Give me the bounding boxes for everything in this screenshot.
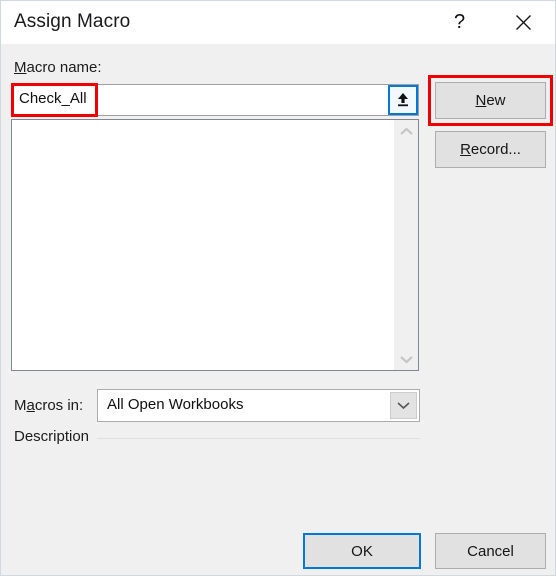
macro-list-box[interactable] bbox=[11, 119, 419, 371]
close-icon bbox=[516, 15, 531, 30]
scroll-up-button[interactable] bbox=[394, 120, 418, 142]
description-label: Description bbox=[14, 428, 90, 445]
macro-name-label-text: acro name: bbox=[26, 59, 102, 76]
new-button-label: ew bbox=[486, 92, 506, 109]
chevron-up-icon bbox=[399, 127, 413, 135]
new-button-accelerator: N bbox=[475, 92, 487, 109]
macros-in-dropdown[interactable]: All Open Workbooks bbox=[97, 389, 420, 422]
upload-arrow-icon bbox=[398, 93, 408, 107]
chevron-down-icon bbox=[397, 402, 410, 410]
macros-in-label-text-2: cros in: bbox=[34, 397, 84, 414]
scroll-down-button[interactable] bbox=[394, 348, 418, 370]
macro-name-input-value: Check_All bbox=[19, 90, 87, 107]
assign-macro-dialog: Assign Macro ? Macro name: Check_All Mac… bbox=[0, 0, 556, 576]
macros-in-dropdown-arrow[interactable] bbox=[390, 392, 417, 419]
cancel-button[interactable]: Cancel bbox=[435, 533, 546, 569]
new-button[interactable]: New bbox=[435, 82, 546, 119]
macros-in-label-accelerator: a bbox=[26, 397, 35, 414]
description-separator bbox=[97, 438, 420, 439]
chevron-down-icon bbox=[399, 355, 413, 363]
help-button[interactable]: ? bbox=[437, 1, 482, 44]
dialog-title-bar: Assign Macro ? bbox=[1, 1, 555, 44]
macros-in-label-text-1: M bbox=[14, 397, 27, 414]
ok-button[interactable]: OK bbox=[303, 533, 421, 569]
macro-name-label-accelerator: M bbox=[14, 59, 27, 76]
macro-name-input[interactable]: Check_All bbox=[11, 84, 419, 116]
close-button[interactable] bbox=[501, 1, 546, 44]
macro-name-label: Macro name: bbox=[14, 59, 102, 76]
macro-list-scrollbar[interactable] bbox=[394, 120, 418, 370]
macros-in-selected-value: All Open Workbooks bbox=[107, 396, 244, 413]
macros-in-label: Macros in: bbox=[14, 397, 83, 414]
dialog-title: Assign Macro bbox=[14, 11, 131, 32]
promote-macro-button[interactable] bbox=[388, 85, 418, 115]
question-mark-icon: ? bbox=[453, 11, 466, 33]
record-button[interactable]: Record... bbox=[435, 131, 546, 168]
text-caret bbox=[96, 91, 97, 110]
record-button-accelerator: R bbox=[460, 141, 471, 158]
record-button-label: ecord... bbox=[470, 141, 521, 158]
